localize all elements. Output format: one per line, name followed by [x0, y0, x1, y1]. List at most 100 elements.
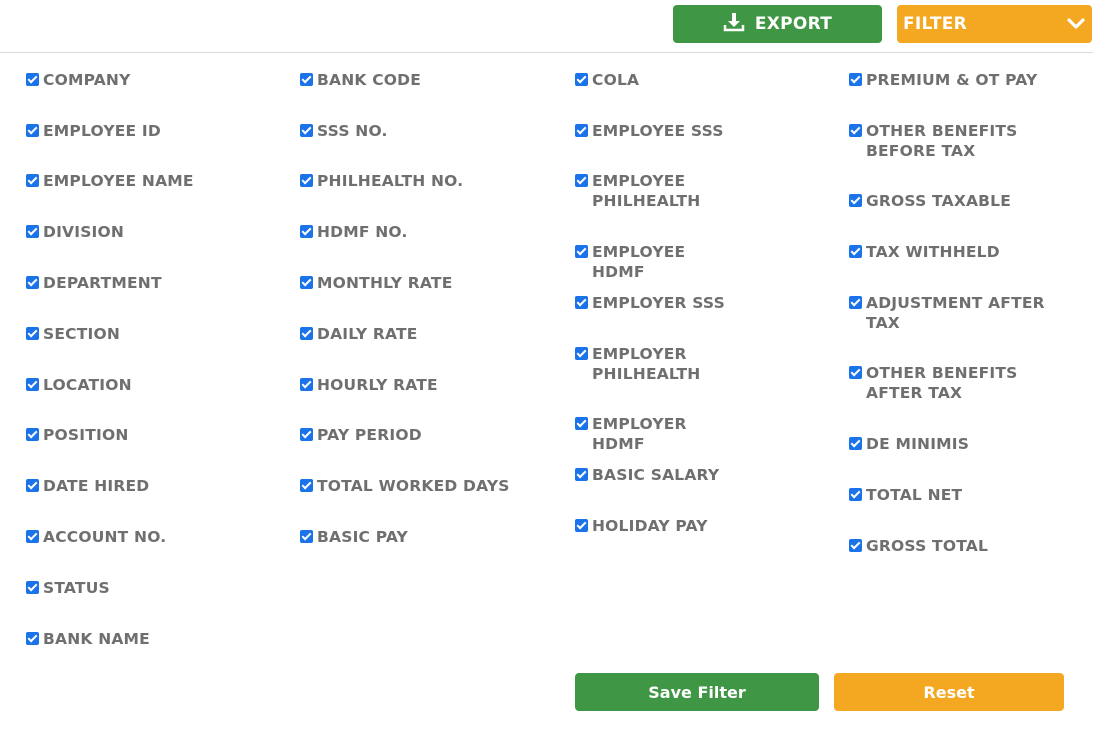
- checkbox-checked-icon[interactable]: [849, 539, 862, 552]
- column-option[interactable]: EMPLOYER SSS: [575, 293, 725, 313]
- checkbox-checked-icon[interactable]: [300, 428, 313, 441]
- checkbox-checked-icon[interactable]: [26, 581, 39, 594]
- checkbox-checked-icon[interactable]: [575, 468, 588, 481]
- column-option[interactable]: TOTAL NET: [849, 485, 962, 505]
- column-option[interactable]: DATE HIRED: [26, 476, 149, 496]
- column-option-label: OTHER BENEFITS BEFORE TAX: [866, 122, 1018, 160]
- column-option[interactable]: COMPANY: [26, 70, 131, 90]
- column-option[interactable]: LOCATION: [26, 375, 132, 395]
- column-option[interactable]: MONTHLY RATE: [300, 273, 453, 293]
- checkbox-checked-icon[interactable]: [26, 225, 39, 238]
- checkbox-checked-icon[interactable]: [26, 327, 39, 340]
- column-option-label: HDMF NO.: [317, 223, 408, 241]
- checkbox-checked-icon[interactable]: [575, 174, 588, 187]
- column-option[interactable]: TAX WITHHELD: [849, 242, 1000, 262]
- checkbox-checked-icon[interactable]: [849, 296, 862, 309]
- column-option[interactable]: COLA: [575, 70, 639, 90]
- checkbox-checked-icon[interactable]: [26, 632, 39, 645]
- column-option[interactable]: HOLIDAY PAY: [575, 516, 708, 536]
- checkbox-checked-icon[interactable]: [849, 366, 862, 379]
- checkbox-checked-icon[interactable]: [26, 73, 39, 86]
- checkbox-checked-icon[interactable]: [575, 519, 588, 532]
- column-option-label: EMPLOYER SSS: [592, 294, 725, 312]
- column-option[interactable]: EMPLOYEE HDMF: [575, 242, 742, 282]
- checkbox-checked-icon[interactable]: [300, 276, 313, 289]
- column-option[interactable]: HOURLY RATE: [300, 375, 438, 395]
- column-option[interactable]: DAILY RATE: [300, 324, 418, 344]
- column-option-label: DE MINIMIS: [866, 435, 970, 453]
- column-option-label: BANK CODE: [317, 71, 421, 89]
- column-option[interactable]: SECTION: [26, 324, 120, 344]
- column-option[interactable]: DEPARTMENT: [26, 273, 162, 293]
- column-option[interactable]: EMPLOYEE NAME: [26, 171, 194, 191]
- checkbox-checked-icon[interactable]: [300, 479, 313, 492]
- column-option-label: BASIC SALARY: [592, 466, 720, 484]
- column-option[interactable]: BANK CODE: [300, 70, 421, 90]
- column-option-label: GROSS TAXABLE: [866, 192, 1012, 210]
- column-option[interactable]: OTHER BENEFITS AFTER TAX: [849, 363, 1066, 403]
- column-option[interactable]: EMPLOYEE SSS: [575, 121, 724, 141]
- column-option[interactable]: EMPLOYEE PHILHEALTH: [575, 171, 742, 211]
- save-filter-button[interactable]: Save Filter: [575, 673, 819, 711]
- checkbox-checked-icon[interactable]: [26, 530, 39, 543]
- checkbox-checked-icon[interactable]: [575, 417, 588, 430]
- column-option[interactable]: PAY PERIOD: [300, 425, 422, 445]
- column-option-label: PAY PERIOD: [317, 426, 422, 444]
- column-option[interactable]: PHILHEALTH NO.: [300, 171, 463, 191]
- export-button[interactable]: EXPORT: [673, 5, 882, 43]
- column-option[interactable]: EMPLOYER PHILHEALTH: [575, 344, 742, 384]
- column-option[interactable]: OTHER BENEFITS BEFORE TAX: [849, 121, 1066, 161]
- checkbox-checked-icon[interactable]: [26, 174, 39, 187]
- checkbox-checked-icon[interactable]: [849, 245, 862, 258]
- column-option-label: DIVISION: [43, 223, 125, 241]
- checkbox-checked-icon[interactable]: [575, 296, 588, 309]
- filter-dropdown[interactable]: FILTER: [897, 5, 1092, 43]
- checkbox-checked-icon[interactable]: [300, 378, 313, 391]
- reset-button[interactable]: Reset: [834, 673, 1064, 711]
- checkbox-checked-icon[interactable]: [300, 327, 313, 340]
- column-option[interactable]: TOTAL WORKED DAYS: [300, 476, 510, 496]
- column-option[interactable]: ACCOUNT NO.: [26, 527, 166, 547]
- checkbox-checked-icon[interactable]: [849, 194, 862, 207]
- column-option[interactable]: BASIC SALARY: [575, 465, 719, 485]
- checkbox-checked-icon[interactable]: [300, 225, 313, 238]
- column-option-label: EMPLOYER HDMF: [592, 415, 687, 453]
- column-option[interactable]: BASIC PAY: [300, 527, 408, 547]
- checkbox-checked-icon[interactable]: [26, 479, 39, 492]
- column-option[interactable]: SSS NO.: [300, 121, 388, 141]
- column-option[interactable]: ADJUSTMENT AFTER TAX: [849, 293, 1066, 333]
- checkbox-checked-icon[interactable]: [26, 378, 39, 391]
- checkbox-checked-icon[interactable]: [575, 347, 588, 360]
- column-option[interactable]: DIVISION: [26, 222, 124, 242]
- column-option[interactable]: BANK NAME: [26, 629, 150, 649]
- column-option[interactable]: EMPLOYEE ID: [26, 121, 161, 141]
- column-option-label: TAX WITHHELD: [866, 243, 1000, 261]
- checkbox-checked-icon[interactable]: [575, 73, 588, 86]
- checkbox-checked-icon[interactable]: [300, 124, 313, 137]
- column-option-label: GROSS TOTAL: [866, 537, 989, 555]
- checkbox-checked-icon[interactable]: [26, 428, 39, 441]
- column-option[interactable]: STATUS: [26, 578, 110, 598]
- column-option[interactable]: POSITION: [26, 425, 129, 445]
- column-option-label: DATE HIRED: [43, 477, 150, 495]
- top-toolbar: EXPORT FILTER: [0, 0, 1093, 53]
- column-option-label: HOURLY RATE: [317, 376, 438, 394]
- checkbox-checked-icon[interactable]: [300, 530, 313, 543]
- column-option[interactable]: EMPLOYER HDMF: [575, 414, 742, 454]
- checkbox-checked-icon[interactable]: [300, 73, 313, 86]
- column-option[interactable]: DE MINIMIS: [849, 434, 969, 454]
- column-option-label: TOTAL NET: [866, 486, 963, 504]
- checkbox-checked-icon[interactable]: [300, 174, 313, 187]
- checkbox-checked-icon[interactable]: [575, 124, 588, 137]
- checkbox-checked-icon[interactable]: [26, 276, 39, 289]
- column-option[interactable]: GROSS TOTAL: [849, 536, 988, 556]
- checkbox-checked-icon[interactable]: [849, 124, 862, 137]
- checkbox-checked-icon[interactable]: [26, 124, 39, 137]
- checkbox-checked-icon[interactable]: [575, 245, 588, 258]
- checkbox-checked-icon[interactable]: [849, 73, 862, 86]
- column-option[interactable]: HDMF NO.: [300, 222, 408, 242]
- checkbox-checked-icon[interactable]: [849, 488, 862, 501]
- checkbox-checked-icon[interactable]: [849, 437, 862, 450]
- column-option[interactable]: GROSS TAXABLE: [849, 191, 1011, 211]
- column-option[interactable]: PREMIUM & OT PAY: [849, 70, 1037, 90]
